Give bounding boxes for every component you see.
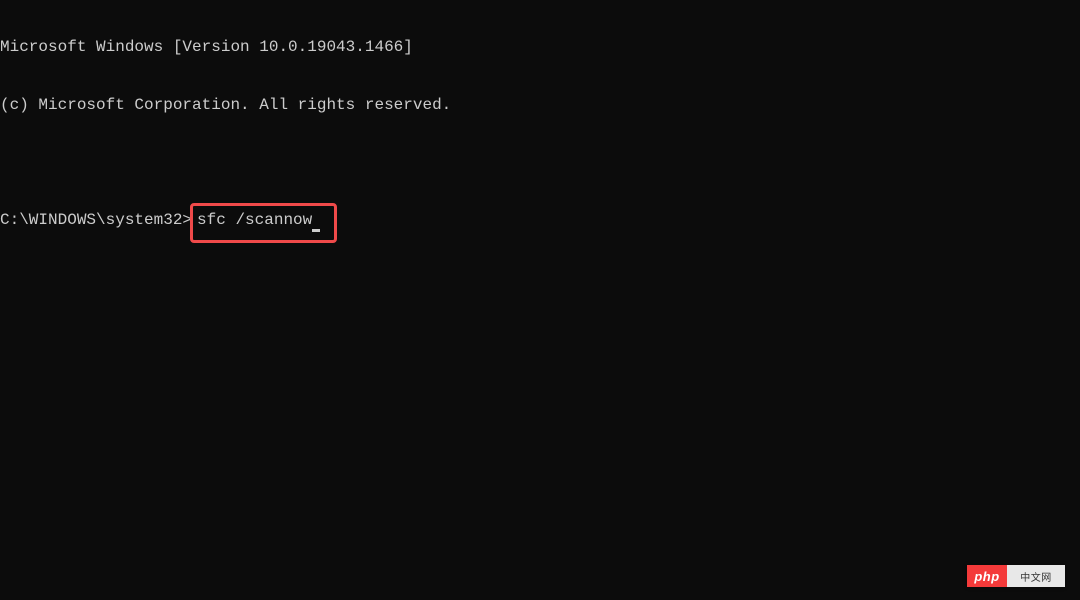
prompt-path: C:\WINDOWS\system32> bbox=[0, 211, 192, 230]
output-line-2: (c) Microsoft Corporation. All rights re… bbox=[0, 96, 1080, 115]
terminal[interactable]: Microsoft Windows [Version 10.0.19043.14… bbox=[0, 0, 1080, 265]
command-input[interactable]: sfc /scannow bbox=[197, 211, 312, 229]
watermark: php 中文网 bbox=[967, 565, 1065, 587]
watermark-left: php bbox=[967, 565, 1007, 587]
prompt-line[interactable]: C:\WINDOWS\system32> sfc /scannow bbox=[0, 211, 1080, 245]
watermark-right: 中文网 bbox=[1007, 565, 1065, 587]
cursor-icon bbox=[312, 229, 320, 232]
output-line-1: Microsoft Windows [Version 10.0.19043.14… bbox=[0, 38, 1080, 57]
command-highlight: sfc /scannow bbox=[190, 203, 337, 243]
blank-line bbox=[0, 154, 1080, 173]
